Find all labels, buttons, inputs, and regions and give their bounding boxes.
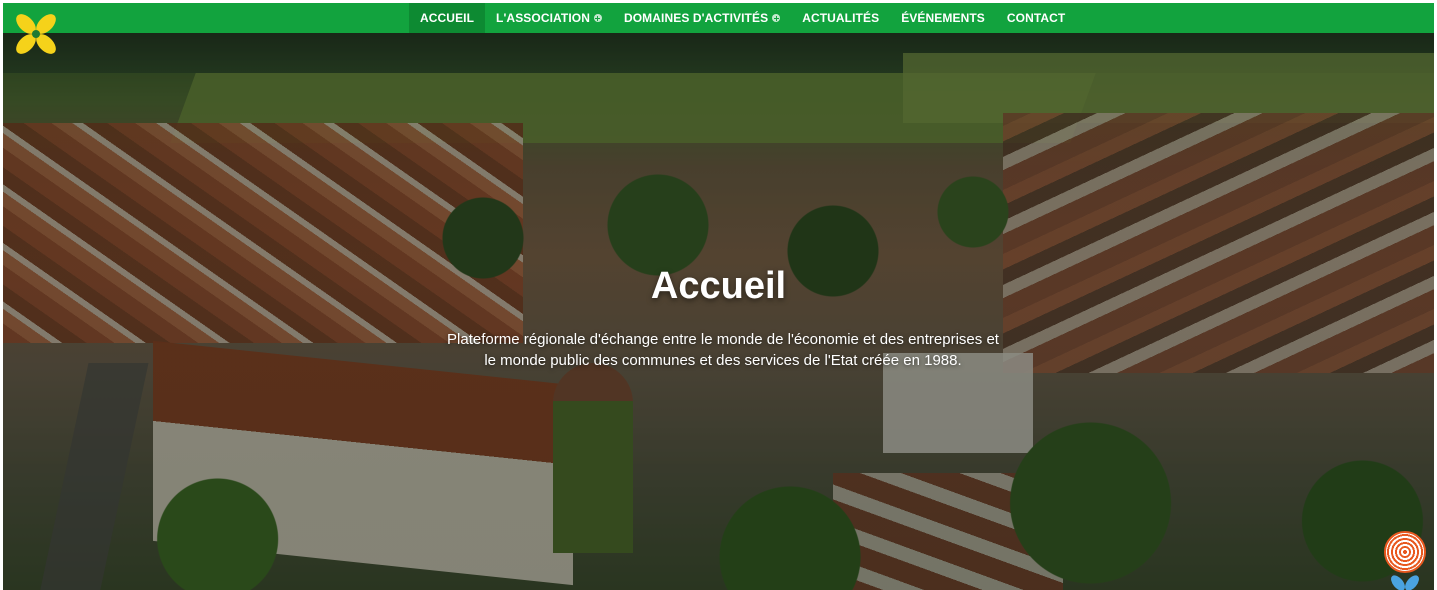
nav-item-label: ÉVÉNEMENTS — [901, 11, 985, 25]
page-frame: ACCUEIL L'ASSOCIATION DOMAINES D'ACTIVIT… — [3, 3, 1434, 590]
nav-item-label: ACTUALITÉS — [802, 11, 880, 25]
nav-item-label: ACCUEIL — [420, 11, 475, 25]
nav-item-label: DOMAINES D'ACTIVITÉS — [623, 11, 769, 25]
nav-item-domaines-activites[interactable]: DOMAINES D'ACTIVITÉS — [613, 3, 791, 33]
plus-circle-icon — [772, 14, 781, 22]
nav-item-label: L'ASSOCIATION — [496, 11, 590, 25]
nav-item-contact[interactable]: CONTACT — [996, 3, 1076, 33]
nav-item-evenements[interactable]: ÉVÉNEMENTS — [890, 3, 996, 33]
plus-circle-icon — [593, 14, 602, 22]
nav-item-association[interactable]: L'ASSOCIATION — [485, 3, 613, 33]
top-navigation-bar: ACCUEIL L'ASSOCIATION DOMAINES D'ACTIVIT… — [3, 3, 1434, 33]
nav-item-actualites[interactable]: ACTUALITÉS — [791, 3, 890, 33]
hero-subtitle-line: Plateforme régionale d'échange entre le … — [447, 331, 999, 348]
hero-subtitle-line: le monde public des communes et des serv… — [484, 352, 962, 369]
hero-subtitle: Plateforme régionale d'échange entre le … — [383, 329, 1063, 371]
yellow-flower-logo-icon[interactable] — [13, 11, 59, 57]
nav-item-accueil[interactable]: ACCUEIL — [409, 3, 486, 33]
page-title: Accueil — [650, 265, 787, 307]
blue-flower-icon — [1388, 573, 1422, 590]
orange-spiral-icon[interactable] — [1384, 531, 1426, 573]
main-menu: ACCUEIL L'ASSOCIATION DOMAINES D'ACTIVIT… — [409, 3, 1076, 33]
nav-item-label: CONTACT — [1006, 11, 1066, 25]
hero-background-image — [3, 33, 1434, 590]
